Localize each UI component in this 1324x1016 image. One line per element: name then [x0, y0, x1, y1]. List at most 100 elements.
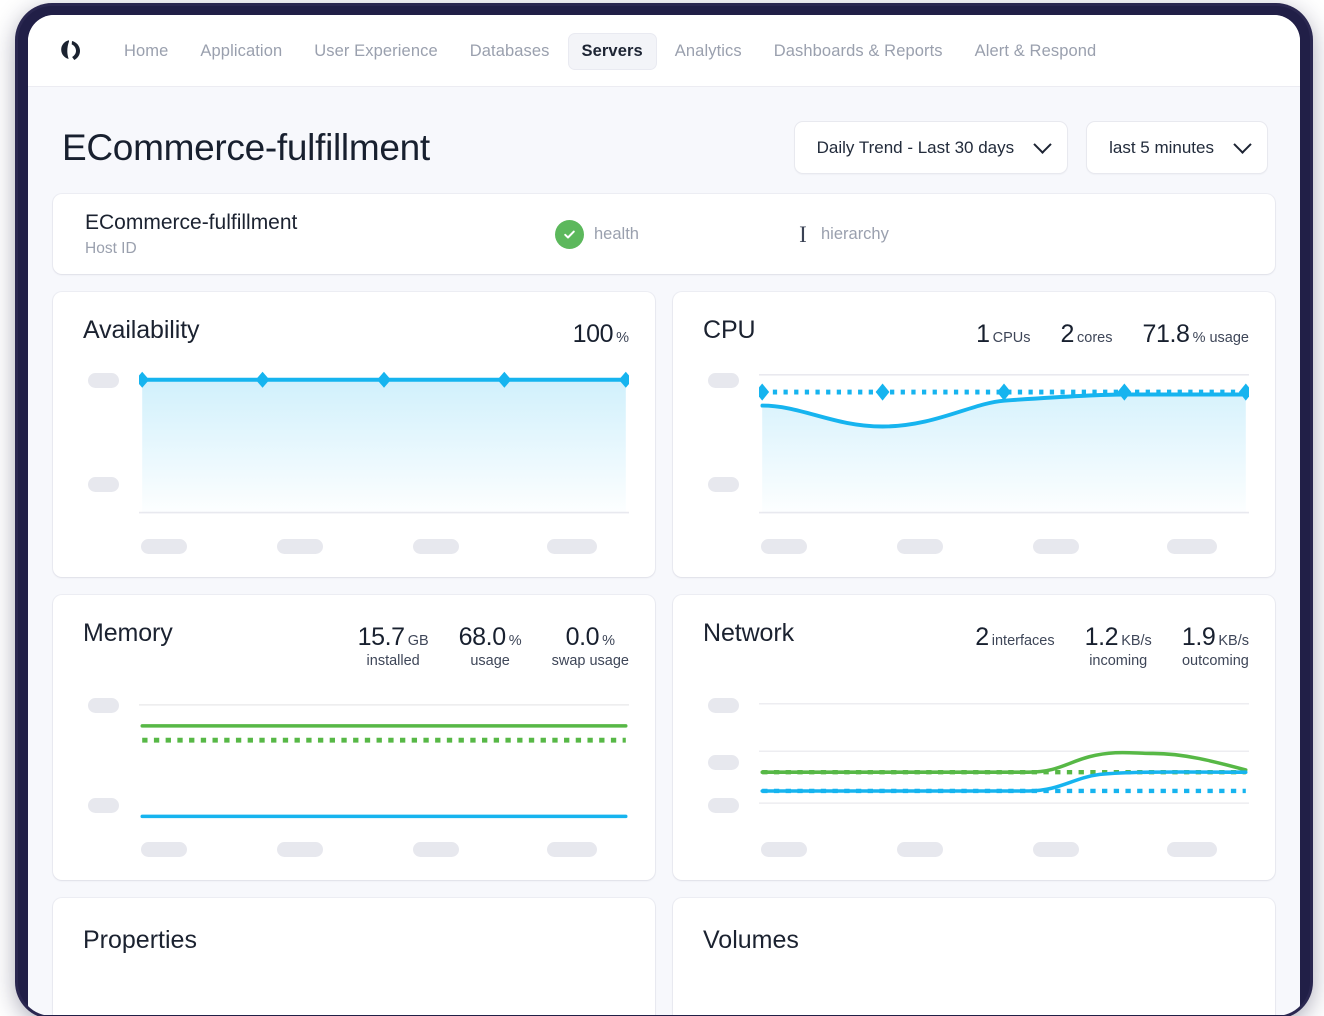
skeleton-pill: [708, 373, 739, 388]
memory-plot[interactable]: [139, 685, 629, 834]
memory-usage-value: 68.0: [458, 623, 506, 651]
properties-title: Properties: [83, 926, 197, 954]
availability-stat-percent: 100%: [573, 320, 629, 349]
nav-item-dashboards-and-reports[interactable]: Dashboards & Reports: [760, 33, 957, 70]
summary-name: ECommerce-fulfillment: [85, 211, 298, 235]
top-navigation-bar: Home Application User Experience Databas…: [28, 15, 1300, 87]
health-label: health: [594, 224, 639, 243]
availability-x-axis-skeleton: [139, 531, 629, 559]
skeleton-pill: [88, 798, 119, 813]
memory-swap-unit: %: [602, 633, 616, 649]
nav-item-servers[interactable]: Servers: [567, 32, 657, 70]
hierarchy-status[interactable]: I hierarchy: [795, 223, 889, 246]
appdynamics-logo-icon[interactable]: [48, 29, 92, 73]
nav-items: Home Application User Experience Databas…: [110, 32, 1111, 70]
memory-card: Memory 15.7 GB installed 68.0% usage 0.0…: [53, 595, 655, 880]
page-header: ECommerce-fulfillment Daily Trend - Last…: [52, 87, 1276, 194]
page-title: ECommerce-fulfillment: [62, 126, 430, 168]
nav-item-home[interactable]: Home: [110, 33, 182, 70]
health-status[interactable]: health: [555, 219, 795, 249]
cpu-usage-value: 71.8: [1142, 320, 1190, 348]
skeleton-pill: [141, 539, 187, 554]
skeleton-pill: [141, 842, 187, 857]
memory-swap-sub: swap usage: [551, 653, 629, 669]
memory-installed-sub: installed: [366, 653, 420, 669]
nav-item-alert-and-respond[interactable]: Alert & Respond: [961, 33, 1111, 70]
network-incoming-sub: incoming: [1089, 653, 1148, 669]
network-card: Network 2 interfaces 1.2 KB/s incoming 1…: [673, 595, 1275, 880]
memory-usage-sub: usage: [470, 653, 510, 669]
availability-value: 100: [572, 320, 614, 348]
skeleton-pill: [413, 842, 459, 857]
chevron-down-icon: [1033, 135, 1052, 154]
skeleton-pill: [413, 539, 459, 554]
skeleton-pill: [897, 842, 943, 857]
volumes-title: Volumes: [703, 926, 799, 954]
skeleton-pill: [708, 798, 739, 813]
availability-title: Availability: [83, 316, 200, 344]
cpu-stats: 1 CPUs 2 cores 71.8% usage: [976, 316, 1249, 349]
volumes-card: Volumes: [673, 898, 1275, 1015]
availability-plot[interactable]: [139, 365, 629, 531]
availability-chart: [83, 365, 629, 531]
cpu-cores-value: 2: [1060, 320, 1075, 348]
network-stat-outcoming: 1.9 KB/s outcoming: [1182, 623, 1249, 669]
app-screen: Home Application User Experience Databas…: [28, 15, 1300, 1015]
cpu-x-axis-skeleton: [759, 531, 1249, 559]
memory-chart: [83, 685, 629, 834]
cpu-stat-usage: 71.8% usage: [1143, 320, 1250, 349]
hierarchy-label: hierarchy: [821, 224, 889, 243]
time-range-select[interactable]: last 5 minutes: [1086, 121, 1268, 174]
skeleton-pill: [88, 698, 119, 713]
cpu-stat-cores: 2 cores: [1061, 320, 1113, 349]
network-outcoming-value: 1.9: [1181, 623, 1216, 651]
availability-header: Availability 100%: [83, 316, 629, 349]
network-incoming-value: 1.2: [1084, 623, 1119, 651]
nav-item-analytics[interactable]: Analytics: [661, 33, 756, 70]
network-header: Network 2 interfaces 1.2 KB/s incoming 1…: [703, 619, 1249, 669]
cpu-title: CPU: [703, 316, 756, 344]
memory-swap-value: 0.0: [565, 623, 600, 651]
nav-item-application[interactable]: Application: [186, 33, 296, 70]
cpu-stat-cpus: 1 CPUs: [976, 320, 1030, 349]
skeleton-pill: [1033, 539, 1079, 554]
cpu-usage-unit: % usage: [1192, 330, 1249, 346]
trend-range-select[interactable]: Daily Trend - Last 30 days: [793, 121, 1069, 174]
skeleton-pill: [1033, 842, 1079, 857]
cpu-card: CPU 1 CPUs 2 cores 71.8 % usage: [673, 292, 1275, 577]
memory-installed-unit: GB: [407, 633, 429, 649]
skeleton-pill: [1167, 539, 1217, 554]
nav-item-user-experience[interactable]: User Experience: [300, 33, 451, 70]
skeleton-pill: [88, 477, 119, 492]
availability-y-axis-skeleton: [83, 365, 139, 531]
summary-identity: ECommerce-fulfillment Host ID: [85, 210, 555, 257]
memory-stat-installed: 15.7 GB installed: [358, 623, 429, 669]
availability-stats: 100%: [573, 316, 629, 349]
network-interfaces-value: 2: [975, 623, 989, 651]
trend-range-value: Daily Trend - Last 30 days: [816, 137, 1015, 157]
network-stats: 2 interfaces 1.2 KB/s incoming 1.9 KB/s …: [975, 619, 1249, 669]
skeleton-pill: [1167, 842, 1217, 857]
page-body: ECommerce-fulfillment Daily Trend - Last…: [28, 87, 1300, 1015]
cpu-plot[interactable]: [759, 365, 1249, 531]
metrics-grid: Availability 100% CPU 1 CPUs 2 cores 71.…: [53, 292, 1275, 880]
skeleton-pill: [547, 842, 597, 857]
cpu-header: CPU 1 CPUs 2 cores 71.8 % usage: [703, 316, 1249, 349]
time-range-value: last 5 minutes: [1109, 137, 1214, 157]
skeleton-pill: [88, 373, 119, 388]
memory-header: Memory 15.7 GB installed 68.0% usage 0.0…: [83, 619, 629, 669]
cpu-count-value: 1: [976, 320, 990, 348]
header-controls: Daily Trend - Last 30 days last 5 minute…: [793, 121, 1268, 174]
nav-item-databases[interactable]: Databases: [456, 33, 564, 70]
memory-installed-value: 15.7: [357, 623, 405, 651]
summary-host-id-label: Host ID: [85, 239, 137, 257]
network-plot[interactable]: [759, 685, 1249, 834]
availability-unit: %: [616, 330, 629, 346]
memory-stat-usage: 68.0% usage: [459, 623, 522, 669]
availability-card: Availability 100%: [53, 292, 655, 577]
network-outcoming-sub: outcoming: [1181, 653, 1249, 669]
memory-title: Memory: [83, 619, 173, 647]
network-outcoming-unit: KB/s: [1218, 633, 1249, 649]
device-frame: Home Application User Experience Databas…: [18, 6, 1310, 1016]
skeleton-pill: [708, 755, 739, 770]
